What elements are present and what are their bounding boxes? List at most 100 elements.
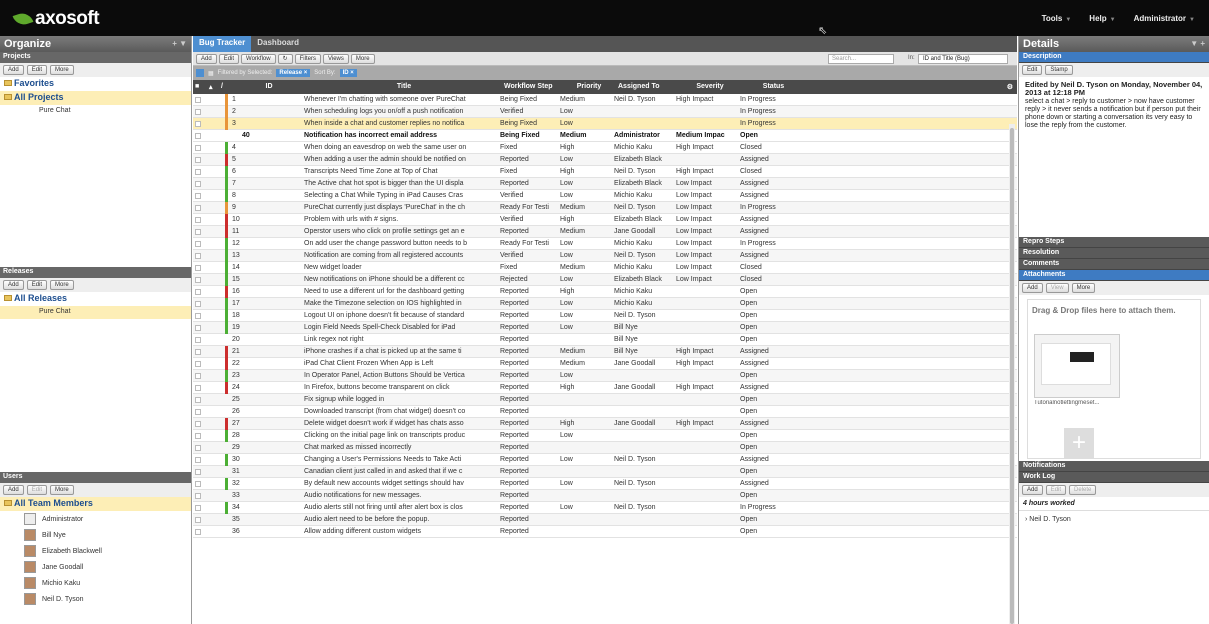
table-row[interactable]: 26 Downloaded transcript (from chat widge… [193, 406, 1017, 418]
table-row[interactable]: 3 When inside a chat and customer replies… [193, 118, 1017, 130]
col-assigned[interactable]: Assigned To [616, 80, 678, 94]
row-checkbox[interactable] [193, 238, 207, 250]
user-bill-nye[interactable]: Bill Nye [0, 527, 191, 543]
row-checkbox[interactable] [193, 166, 207, 178]
grid-view-icon[interactable]: ▦ [208, 70, 214, 77]
row-checkbox[interactable] [193, 502, 207, 514]
table-row[interactable]: 35 Audio alert need to be before the popu… [193, 514, 1017, 526]
row-checkbox[interactable] [193, 106, 207, 118]
row-checkbox[interactable] [193, 310, 207, 322]
table-row[interactable]: 40 Notification has incorrect email addre… [193, 130, 1017, 142]
filter-chip[interactable]: Release × [276, 69, 311, 77]
table-row[interactable]: 13 Notification are coming from all regis… [193, 250, 1017, 262]
table-row[interactable]: 1 Whenever I'm chatting with someone over… [193, 94, 1017, 106]
row-checkbox[interactable] [193, 94, 207, 106]
table-row[interactable]: 10 Problem with urls with # signs. Verifie… [193, 214, 1017, 226]
table-row[interactable]: 29 Chat marked as missed incorrectly Repor… [193, 442, 1017, 454]
menu-help[interactable]: Help ▼ [1089, 14, 1115, 23]
table-row[interactable]: 5 When adding a user the admin should be … [193, 154, 1017, 166]
row-checkbox[interactable] [193, 430, 207, 442]
favorites-node[interactable]: Favorites [0, 77, 191, 91]
tab-bug-tracker[interactable]: Bug Tracker [193, 36, 252, 52]
add-user-button[interactable]: Add [3, 485, 24, 495]
col-severity[interactable]: Severity [678, 80, 742, 94]
user-neil-tyson[interactable]: Neil D. Tyson [0, 591, 191, 607]
row-checkbox[interactable] [193, 214, 207, 226]
panel-controls-icon[interactable]: + ▼ [172, 39, 187, 48]
release-pure-chat[interactable]: Pure Chat [0, 306, 191, 319]
table-row[interactable]: 14 New widget loader Fixed Medium Michio Kak… [193, 262, 1017, 274]
row-checkbox[interactable] [193, 490, 207, 502]
row-checkbox[interactable] [193, 358, 207, 370]
table-row[interactable]: 22 iPad Chat Client Frozen When App is Le… [193, 358, 1017, 370]
table-row[interactable]: 11 Operstor users who click on profile se… [193, 226, 1017, 238]
row-checkbox[interactable] [193, 190, 207, 202]
row-checkbox[interactable] [193, 142, 207, 154]
table-row[interactable]: 30 Changing a User's Permissions Needs to… [193, 454, 1017, 466]
row-checkbox[interactable] [193, 202, 207, 214]
col-workflow[interactable]: Workflow Step [502, 80, 562, 94]
row-checkbox[interactable] [193, 334, 207, 346]
row-checkbox[interactable] [193, 226, 207, 238]
sort-chip[interactable]: ID × [339, 69, 357, 77]
add-item-button[interactable]: Add [196, 53, 217, 64]
repro-steps-header[interactable]: Repro Steps [1019, 237, 1209, 248]
col-title[interactable]: Title [306, 80, 502, 94]
table-row[interactable]: 23 In Operator Panel, Action Buttons Shou… [193, 370, 1017, 382]
tab-dashboard[interactable]: Dashboard [251, 36, 305, 52]
edit-project-button[interactable]: Edit [26, 65, 48, 75]
row-checkbox[interactable] [193, 454, 207, 466]
user-michio-kaku[interactable]: Michio Kaku [0, 575, 191, 591]
stamp-button[interactable]: Stamp [1045, 65, 1073, 75]
work-log-header[interactable]: Work Log [1019, 472, 1209, 483]
comments-header[interactable]: Comments [1019, 259, 1209, 270]
row-checkbox[interactable] [193, 514, 207, 526]
table-row[interactable]: 12 On add user the change password button… [193, 238, 1017, 250]
row-checkbox[interactable] [193, 130, 207, 142]
table-row[interactable]: 24 In Firefox, buttons become transparent… [193, 382, 1017, 394]
row-checkbox[interactable] [193, 526, 207, 538]
delete-worklog-button[interactable]: Delete [1069, 485, 1097, 495]
edit-item-button[interactable]: Edit [218, 53, 240, 64]
filters-button[interactable]: Filters [294, 53, 321, 64]
table-row[interactable]: 4 When doing an eavesdrop on web the same… [193, 142, 1017, 154]
col-status[interactable]: Status [742, 80, 805, 94]
worklog-entry[interactable]: › Neil D. Tyson [1019, 511, 1209, 528]
all-team-members-node[interactable]: All Team Members [0, 497, 191, 511]
attachment-drop-zone[interactable]: Drag & Drop files here to attach them. T… [1027, 299, 1201, 459]
edit-description-button[interactable]: Edit [1022, 65, 1043, 75]
row-checkbox[interactable] [193, 442, 207, 454]
row-checkbox[interactable] [193, 262, 207, 274]
table-row[interactable]: 2 When scheduling logs you on/off a push … [193, 106, 1017, 118]
table-row[interactable]: 32 By default new accounts widget setting… [193, 478, 1017, 490]
user-administrator[interactable]: Administrator [0, 511, 191, 527]
table-row[interactable]: 21 iPhone crashes if a chat is picked up … [193, 346, 1017, 358]
refresh-icon[interactable]: ↻ [277, 53, 293, 64]
attachment-thumbnail[interactable] [1034, 334, 1120, 398]
edit-release-button[interactable]: Edit [26, 280, 48, 290]
more-project-button[interactable]: More [50, 65, 74, 75]
col-id[interactable]: ID [232, 80, 306, 94]
table-row[interactable]: 25 Fix signup while logged in Reported Open [193, 394, 1017, 406]
attachments-header[interactable]: Attachments [1019, 270, 1209, 281]
row-checkbox[interactable] [193, 322, 207, 334]
row-checkbox[interactable] [193, 286, 207, 298]
resolution-header[interactable]: Resolution [1019, 248, 1209, 259]
table-row[interactable]: 31 Canadian client just called in and ask… [193, 466, 1017, 478]
project-pure-chat[interactable]: Pure Chat [0, 105, 191, 118]
column-options-icon[interactable]: ⚙ [805, 80, 1017, 94]
edit-user-button[interactable]: Edit [26, 485, 48, 495]
more-release-button[interactable]: More [50, 280, 74, 290]
all-projects-node[interactable]: All Projects [0, 91, 191, 105]
row-checkbox[interactable] [193, 346, 207, 358]
row-checkbox[interactable] [193, 382, 207, 394]
menu-tools[interactable]: Tools ▼ [1042, 14, 1072, 23]
axosoft-logo[interactable]: axosoft [12, 7, 100, 31]
notifications-header[interactable]: Notifications [1019, 461, 1209, 472]
description-header[interactable]: Description [1019, 52, 1209, 63]
all-releases-node[interactable]: All Releases [0, 292, 191, 306]
table-row[interactable]: 28 Clicking on the initial page link on t… [193, 430, 1017, 442]
col-priority[interactable]: Priority [562, 80, 616, 94]
table-row[interactable]: 7 The Active chat hot spot is bigger than… [193, 178, 1017, 190]
view-attachment-button[interactable]: View [1045, 283, 1069, 293]
